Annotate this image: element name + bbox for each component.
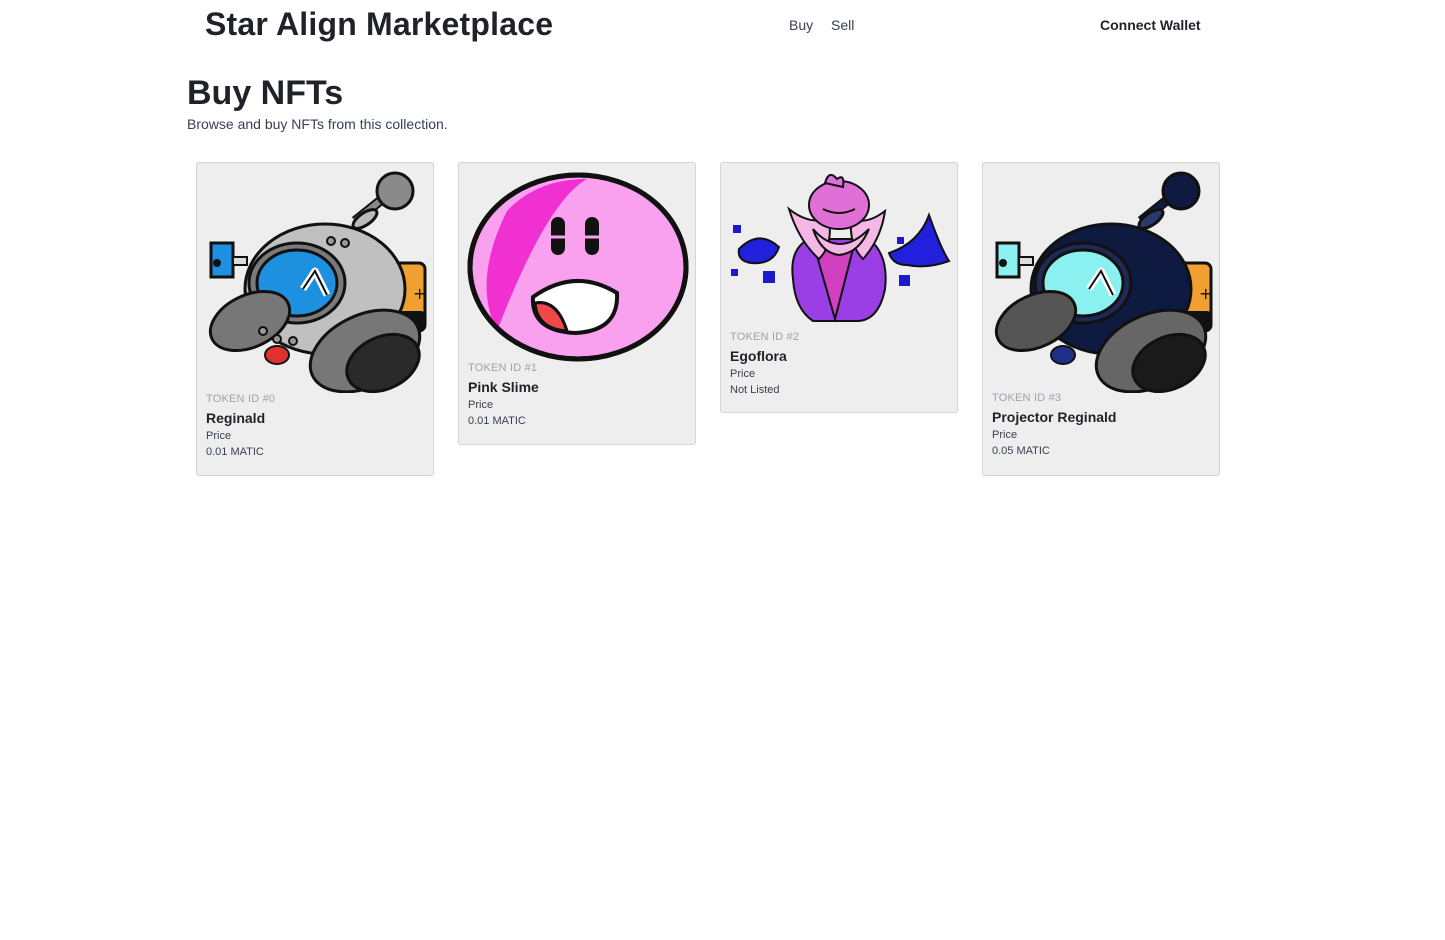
- token-id: TOKEN ID #0: [206, 393, 276, 405]
- token-id: TOKEN ID #2: [730, 331, 800, 343]
- price-value: Not Listed: [730, 384, 780, 396]
- nft-card-meta: TOKEN ID #3 Projector Reginald Price 0.0…: [992, 392, 1116, 457]
- nft-card-pink-slime[interactable]: TOKEN ID #1 Pink Slime Price 0.01 MATIC: [458, 162, 696, 445]
- nft-card-egoflora[interactable]: TOKEN ID #2 Egoflora Price Not Listed: [720, 162, 958, 413]
- nft-card-meta: TOKEN ID #2 Egoflora Price Not Listed: [730, 331, 799, 396]
- nft-card-meta: TOKEN ID #1 Pink Slime Price 0.01 MATIC: [468, 362, 539, 427]
- nft-name: Egoflora: [730, 348, 787, 364]
- svg-text:+: +: [413, 284, 426, 303]
- price-value: 0.05 MATIC: [992, 445, 1050, 457]
- price-label: Price: [206, 430, 232, 442]
- top-nav: Buy Sell: [789, 17, 868, 33]
- nft-image-pink-slime: [467, 172, 689, 362]
- nft-name: Pink Slime: [468, 379, 539, 395]
- brand-title[interactable]: Star Align Marketplace: [205, 6, 553, 43]
- nft-card-reginald[interactable]: + TOKEN ID #0 Reginald Price 0.01 MATIC: [196, 162, 434, 476]
- token-id: TOKEN ID #3: [992, 392, 1062, 404]
- nft-name: Reginald: [206, 410, 266, 426]
- price-label: Price: [730, 368, 756, 380]
- nav-sell-link[interactable]: Sell: [831, 17, 854, 33]
- nav-buy-link[interactable]: Buy: [789, 17, 813, 33]
- nft-card-projector-reginald[interactable]: + TOKEN ID #3 Projector Reginald Price 0…: [982, 162, 1220, 476]
- nft-image-egoflora: [731, 173, 951, 323]
- page-title: Buy NFTs: [187, 74, 344, 112]
- token-id: TOKEN ID #1: [468, 362, 538, 374]
- page-subtitle: Browse and buy NFTs from this collection…: [187, 116, 448, 132]
- nft-image-projector-reginald: +: [994, 171, 1213, 393]
- price-value: 0.01 MATIC: [206, 446, 264, 458]
- price-value: 0.01 MATIC: [468, 415, 526, 427]
- price-label: Price: [468, 399, 494, 411]
- price-label: Price: [992, 429, 1018, 441]
- svg-text:+: +: [1199, 284, 1212, 303]
- connect-wallet-button[interactable]: Connect Wallet: [1100, 17, 1201, 33]
- nft-name: Projector Reginald: [992, 409, 1117, 425]
- nft-card-meta: TOKEN ID #0 Reginald Price 0.01 MATIC: [206, 393, 275, 458]
- nft-image-reginald: +: [208, 171, 427, 393]
